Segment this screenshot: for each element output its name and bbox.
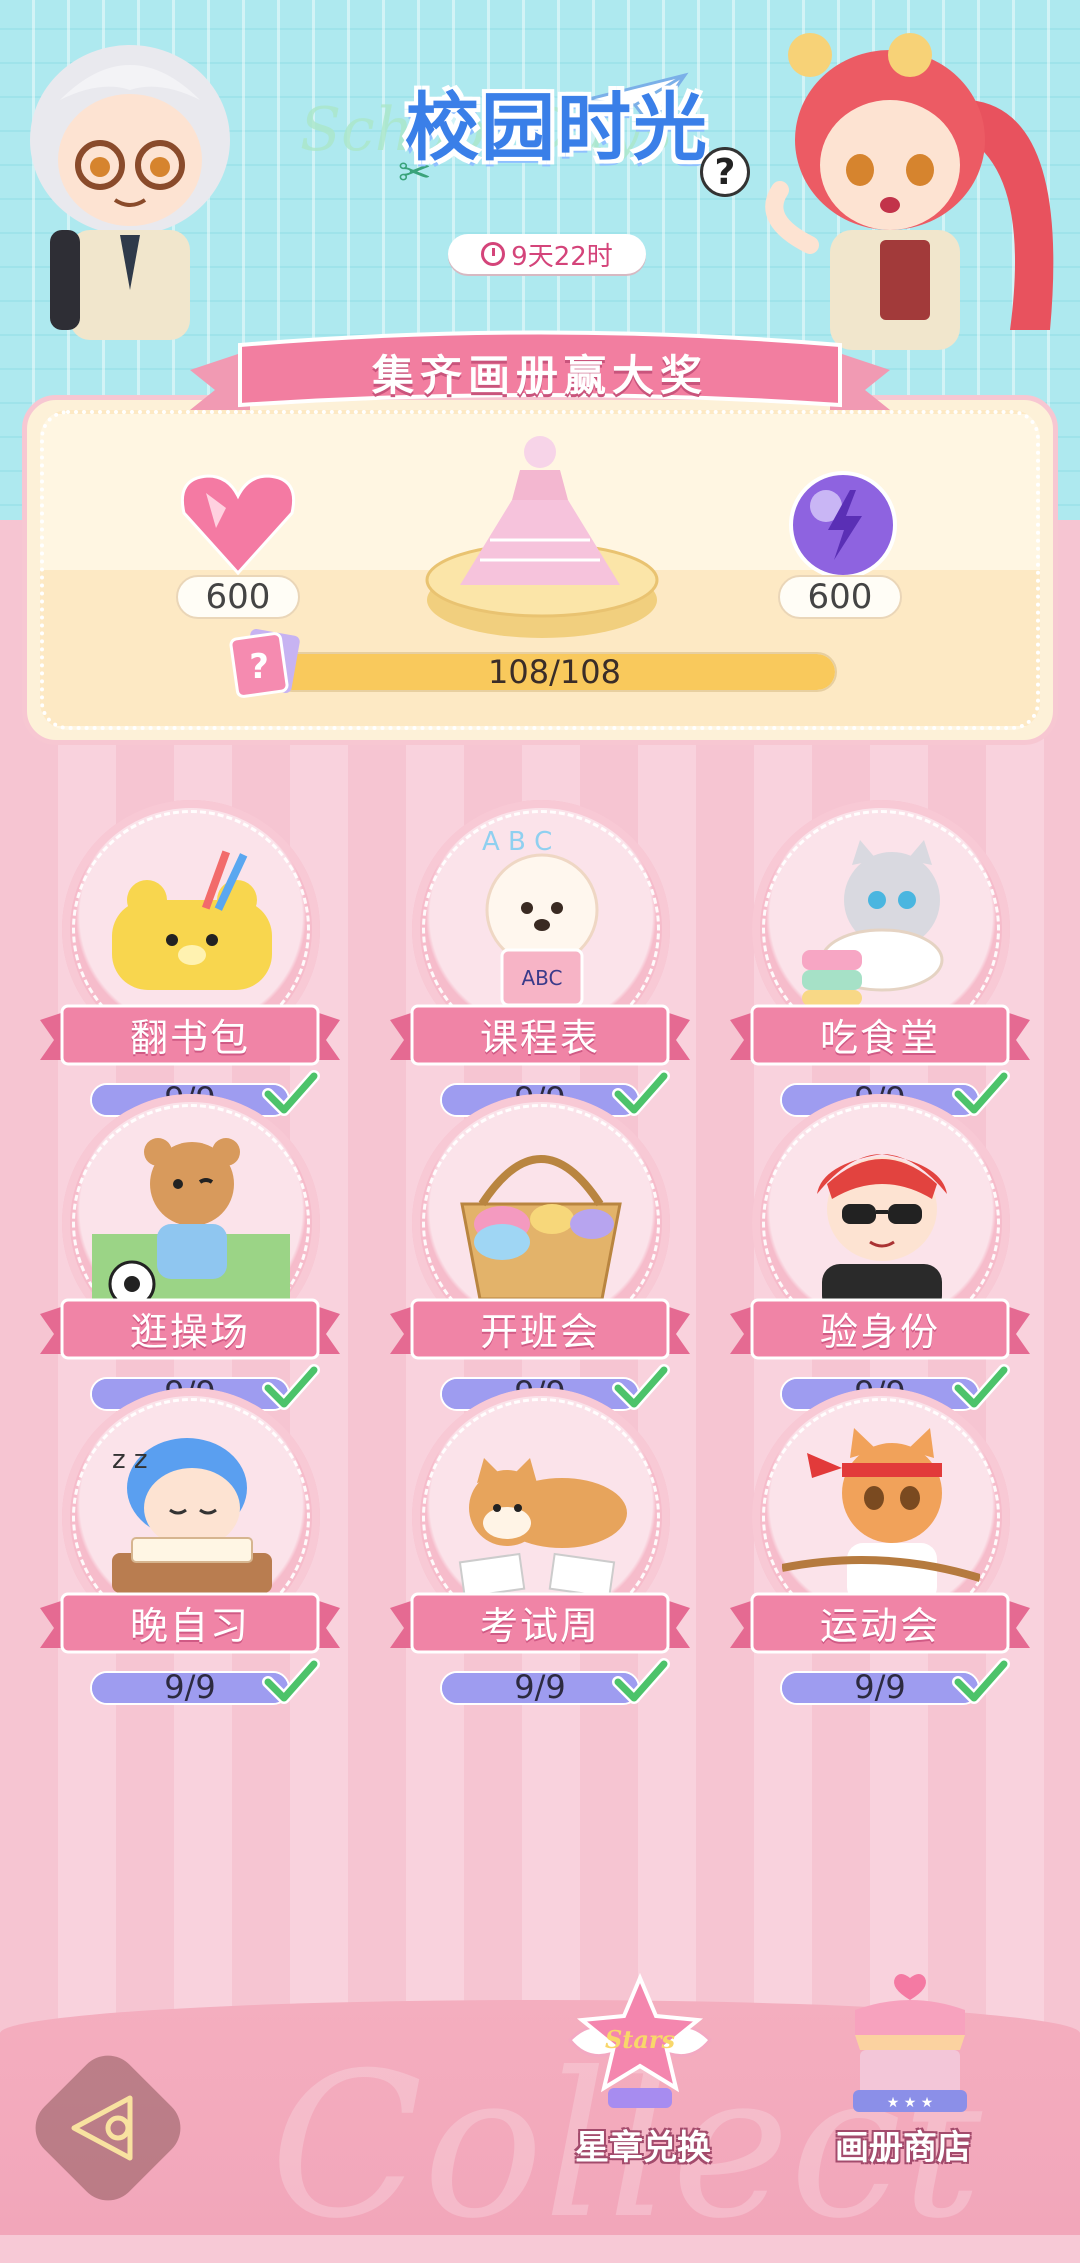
clock-icon [481, 242, 506, 266]
prize-dress-illustration [460, 436, 620, 585]
album-progress-text: 9/9 [854, 1668, 906, 1706]
album-title: 运动会 [819, 1603, 940, 1648]
album-title: 逛操场 [129, 1309, 250, 1354]
timer-text: 9天22时 [511, 241, 613, 272]
page-title: 校园时光 [405, 85, 709, 171]
star-badge-exchange-icon[interactable]: Stars [560, 1970, 720, 2120]
svg-text:?: ? [249, 647, 269, 687]
album-title: 晚自习 [129, 1603, 250, 1648]
album-card[interactable]: 翻书包9/9 [40, 800, 340, 1140]
svg-text:ABC: ABC [521, 966, 562, 990]
back-arrow-icon[interactable] [60, 2080, 156, 2176]
album-illustration: z z [92, 1418, 290, 1608]
album-progress-text: 9/9 [164, 1668, 216, 1706]
event-timer: 9天22时 [448, 234, 646, 274]
album-card[interactable]: 逛操场9/9 [40, 1094, 340, 1434]
album-illustration [781, 1418, 982, 1608]
svg-text:A B C: A B C [482, 830, 552, 857]
album-card[interactable]: 吃食堂9/9 [730, 800, 1030, 1140]
album-title: 翻书包 [129, 1015, 250, 1060]
boy-character-illustration [30, 45, 230, 340]
svg-text:★ ★ ★: ★ ★ ★ [887, 2095, 934, 2111]
girl-character-illustration [765, 33, 1054, 350]
album-title: 课程表 [479, 1015, 600, 1060]
album-shop-label[interactable]: 画册商店 [835, 2120, 971, 2169]
checkmark-icon [612, 1658, 670, 1704]
album-title: 验身份 [819, 1309, 940, 1354]
album-shop-icon[interactable]: ★ ★ ★ [845, 1970, 975, 2120]
svg-text:Stars: Stars [605, 2025, 676, 2054]
album-card[interactable]: 运动会 9/9 [730, 1388, 1030, 1728]
album-illustration: ABC A B C [442, 827, 640, 1020]
star-exchange-label[interactable]: 星章兑换 [575, 2120, 711, 2169]
album-card[interactable]: 验身份9/9 [730, 1094, 1030, 1434]
purple-energy-orb-icon [789, 471, 897, 579]
help-button[interactable]: ? [700, 147, 750, 197]
collection-progress-text: 108/108 [488, 653, 621, 691]
album-progress-text: 9/9 [514, 1668, 566, 1706]
album-card[interactable]: 开班会9/9 [390, 1094, 690, 1434]
album-illustration [442, 1418, 640, 1608]
album-title: 考试周 [479, 1603, 600, 1648]
album-card[interactable]: ABCA B C课程表9/9 [390, 800, 690, 1140]
album-card[interactable]: 考试周 9/9 [390, 1388, 690, 1728]
svg-text:z z: z z [112, 1445, 148, 1475]
checkmark-icon [952, 1658, 1010, 1704]
album-illustration [92, 830, 290, 1020]
album-card[interactable]: z z 晚自习 9/9 [40, 1388, 340, 1728]
reward-banner-title: 集齐画册赢大奖 [371, 351, 708, 400]
album-illustration [782, 830, 980, 1020]
heart-gem-count: 600 [176, 575, 300, 619]
album-title: 开班会 [479, 1309, 600, 1354]
checkmark-icon [262, 1658, 320, 1704]
album-illustration [92, 1124, 290, 1314]
album-illustration [782, 1124, 980, 1314]
album-illustration [442, 1124, 640, 1314]
mystery-card-icon: ? [229, 629, 300, 698]
album-title: 吃食堂 [819, 1015, 940, 1060]
energy-orb-count: 600 [778, 575, 902, 619]
pink-heart-gem-icon [181, 474, 295, 576]
